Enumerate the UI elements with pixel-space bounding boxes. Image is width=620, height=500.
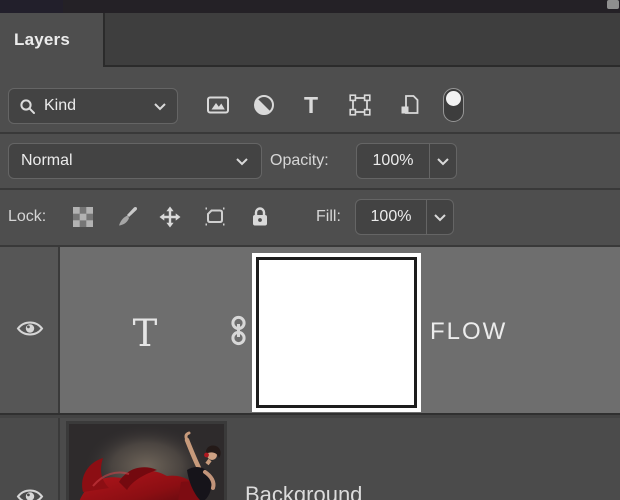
filter-kind-label: Kind	[44, 97, 77, 114]
lock-image-pixels-icon[interactable]	[115, 205, 139, 229]
chevron-down-icon	[236, 157, 248, 165]
blend-mode-dropdown[interactable]: Normal	[8, 143, 262, 179]
layer-name-flow[interactable]: FLOW	[430, 318, 507, 346]
fill-label: Fill:	[316, 208, 341, 225]
divider	[58, 418, 60, 500]
tab-layers-label: Layers	[14, 30, 71, 49]
filter-on-off-toggle[interactable]	[443, 88, 464, 122]
visibility-eye-icon-background[interactable]	[16, 487, 44, 500]
fill-dropdown-button[interactable]	[426, 200, 453, 234]
blend-mode-value: Normal	[21, 152, 73, 169]
divider	[0, 132, 620, 134]
opacity-label: Opacity:	[270, 152, 329, 169]
layers-panel: Layers Kind T Normal Opacity: 100% Lock:…	[0, 0, 620, 500]
dancer-thumbnail-image	[69, 424, 224, 500]
visibility-eye-icon-flow[interactable]	[16, 319, 44, 338]
filter-type-layers-icon[interactable]: T	[299, 92, 323, 118]
layer-mask-thumbnail[interactable]	[252, 253, 421, 412]
background-layer-thumbnail[interactable]	[66, 421, 227, 500]
layer-mask-link-icon[interactable]	[228, 314, 249, 347]
layer-mask-thumbnail-inner	[256, 257, 417, 408]
filter-kind-dropdown[interactable]: Kind	[8, 88, 178, 124]
filter-smart-objects-icon[interactable]	[398, 93, 422, 117]
lock-artboard-nesting-icon[interactable]	[203, 205, 227, 229]
lock-position-icon[interactable]	[158, 205, 182, 229]
lock-transparent-pixels-icon[interactable]	[71, 205, 95, 229]
scrollbar-thumb[interactable]	[607, 0, 619, 9]
lock-all-icon[interactable]	[248, 205, 272, 229]
tab-bar-empty-area	[103, 13, 620, 67]
layer-name-background[interactable]: Background	[245, 482, 362, 500]
chevron-down-icon	[437, 157, 449, 165]
text-layer-thumbnail[interactable]: T	[119, 305, 171, 361]
tab-layers[interactable]: Layers	[0, 13, 103, 67]
search-icon	[20, 98, 35, 114]
opacity-field[interactable]: 100%	[356, 143, 457, 179]
lock-label: Lock:	[8, 208, 47, 225]
window-top-bar	[0, 0, 620, 13]
fill-value[interactable]: 100%	[356, 208, 426, 226]
filter-pixel-layers-icon[interactable]	[206, 93, 230, 117]
window-top-bar-accent	[0, 0, 63, 13]
chevron-down-icon	[434, 213, 446, 221]
panel-tab-bar: Layers	[0, 13, 620, 67]
chevron-down-icon	[154, 102, 166, 110]
toggle-knob	[445, 90, 461, 106]
fill-field[interactable]: 100%	[355, 199, 454, 235]
opacity-dropdown-button[interactable]	[429, 144, 456, 178]
filter-shape-layers-icon[interactable]	[348, 93, 372, 117]
divider	[0, 188, 620, 190]
filter-adjustment-layers-icon[interactable]	[252, 93, 276, 117]
opacity-value[interactable]: 100%	[357, 152, 429, 170]
